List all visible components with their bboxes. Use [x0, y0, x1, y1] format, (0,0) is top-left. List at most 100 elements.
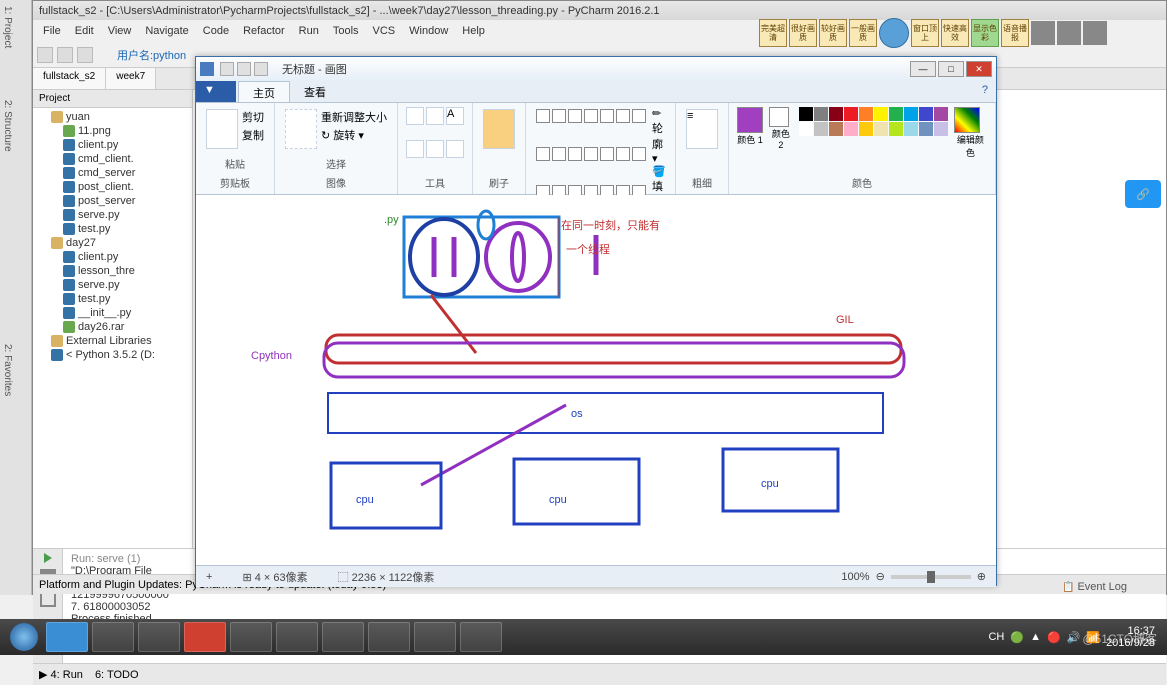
ribbon-tab-home[interactable]: 主页 — [238, 81, 290, 102]
zoom-in-button[interactable]: ⊕ — [977, 570, 986, 583]
tree-item[interactable]: client.py — [33, 250, 192, 264]
quality-btn-2[interactable]: 较好画质 — [819, 19, 847, 47]
qat-undo-icon[interactable] — [237, 62, 251, 76]
extra-icon-3[interactable] — [1083, 21, 1107, 45]
event-log-link[interactable]: 📋 Event Log — [1062, 581, 1127, 593]
taskbar-app2[interactable] — [322, 622, 364, 652]
close-button[interactable]: ✕ — [966, 61, 992, 77]
paint-canvas[interactable]: .py 在同一时刻，只能有 一个线程 GIL Cpython os cpu cp… — [196, 195, 996, 565]
menu-refactor[interactable]: Refactor — [237, 23, 291, 39]
color-swatch[interactable] — [934, 107, 948, 121]
resize-button[interactable]: 重新调整大小 — [321, 109, 387, 125]
menu-edit[interactable]: Edit — [69, 23, 100, 39]
ribbon-tab-view[interactable]: 查看 — [290, 81, 340, 102]
shape-preset[interactable] — [616, 109, 630, 123]
color-swatch[interactable] — [844, 107, 858, 121]
color-swatch[interactable] — [844, 122, 858, 136]
color-swatch[interactable] — [829, 107, 843, 121]
sync-icon[interactable] — [77, 47, 93, 63]
add-button[interactable]: + — [206, 571, 212, 583]
shape-preset[interactable] — [584, 147, 598, 161]
tree-item[interactable]: day27 — [33, 236, 192, 250]
tree-item[interactable]: 11.png — [33, 124, 192, 138]
tray-icon-4[interactable]: 🔊 — [1067, 631, 1081, 644]
taskbar-app3[interactable] — [368, 622, 410, 652]
sidebar-tab-structure[interactable]: 2: Structure — [0, 94, 15, 158]
save-icon[interactable] — [57, 47, 73, 63]
menu-file[interactable]: File — [37, 23, 67, 39]
extra-icon-1[interactable] — [1031, 21, 1055, 45]
tree-item[interactable]: client.py — [33, 138, 192, 152]
shape-preset[interactable] — [632, 109, 646, 123]
color-swatch[interactable] — [874, 107, 888, 121]
tree-item[interactable]: post_server — [33, 194, 192, 208]
color1-swatch[interactable] — [737, 107, 763, 133]
menu-help[interactable]: Help — [456, 23, 491, 39]
bottom-tab-run[interactable]: ▶ 4: Run — [39, 668, 83, 681]
color-swatch[interactable] — [919, 122, 933, 136]
shape-preset[interactable] — [552, 147, 566, 161]
taskbar-ie[interactable] — [46, 622, 88, 652]
quality-btn-7[interactable]: 显示色彩 — [971, 19, 999, 47]
edit-colors-button[interactable] — [954, 107, 980, 133]
menu-tools[interactable]: Tools — [327, 23, 365, 39]
color-swatch[interactable] — [904, 122, 918, 136]
color-swatch[interactable] — [934, 122, 948, 136]
taskbar-paint[interactable] — [460, 622, 502, 652]
shape-outline-button[interactable]: ✏ 轮廓 ▾ — [652, 107, 667, 165]
color-swatch[interactable] — [814, 107, 828, 121]
tree-item[interactable]: test.py — [33, 222, 192, 236]
minimize-button[interactable]: — — [910, 61, 936, 77]
copy-button[interactable]: 复制 — [242, 127, 264, 143]
menu-code[interactable]: Code — [197, 23, 235, 39]
run-play-icon[interactable] — [44, 553, 52, 563]
zoom-tool[interactable] — [446, 140, 464, 158]
quality-btn-6[interactable]: 快速高效 — [941, 19, 969, 47]
thickness-button[interactable]: ≡ — [686, 109, 718, 149]
zoom-out-button[interactable]: ⊖ — [876, 570, 885, 583]
taskbar-word[interactable] — [276, 622, 318, 652]
menu-run[interactable]: Run — [293, 23, 325, 39]
tree-item[interactable]: serve.py — [33, 208, 192, 222]
tree-item[interactable]: post_client. — [33, 180, 192, 194]
shape-preset[interactable] — [600, 147, 614, 161]
rotate-button[interactable]: ↻ 旋转 ▾ — [321, 127, 387, 143]
shape-preset[interactable] — [536, 109, 550, 123]
color-swatch[interactable] — [919, 107, 933, 121]
floating-share-button[interactable]: 🔗 — [1125, 180, 1161, 208]
paste-button[interactable] — [206, 109, 238, 149]
color-swatch[interactable] — [799, 122, 813, 136]
sidebar-tab-favorites[interactable]: 2: Favorites — [0, 338, 15, 402]
color-swatch[interactable] — [889, 122, 903, 136]
color-swatch[interactable] — [889, 107, 903, 121]
project-header[interactable]: Project — [33, 90, 192, 108]
taskbar-explorer[interactable] — [92, 622, 134, 652]
help-icon[interactable]: ? — [974, 81, 996, 102]
shape-preset[interactable] — [632, 147, 646, 161]
taskbar-opera[interactable] — [184, 622, 226, 652]
paint-titlebar[interactable]: 无标题 - 画图 — □ ✕ — [196, 57, 996, 81]
color-swatch[interactable] — [859, 122, 873, 136]
shape-preset[interactable] — [552, 109, 566, 123]
shape-preset[interactable] — [600, 109, 614, 123]
qat-redo-icon[interactable] — [254, 62, 268, 76]
path-tab-week[interactable]: week7 — [106, 68, 156, 89]
shape-preset[interactable] — [616, 147, 630, 161]
bottom-tab-todo[interactable]: 6: TODO — [95, 669, 139, 681]
tree-item[interactable]: serve.py — [33, 278, 192, 292]
tray-icon-1[interactable]: 🟢 — [1010, 631, 1024, 644]
path-tab-root[interactable]: fullstack_s2 — [33, 68, 106, 89]
select-button[interactable] — [285, 109, 317, 149]
pencil-tool[interactable] — [406, 107, 424, 125]
fill-tool[interactable] — [426, 107, 444, 125]
shape-preset[interactable] — [536, 147, 550, 161]
text-tool[interactable]: A — [446, 107, 464, 125]
tray-icon-3[interactable]: 🔴 — [1047, 631, 1061, 644]
menu-window[interactable]: Window — [403, 23, 454, 39]
shape-preset[interactable] — [568, 109, 582, 123]
quality-btn-8[interactable]: 语音播报 — [1001, 19, 1029, 47]
tree-item[interactable]: test.py — [33, 292, 192, 306]
brush-button[interactable] — [483, 109, 515, 149]
color-swatch[interactable] — [874, 122, 888, 136]
zoom-slider[interactable] — [891, 575, 971, 579]
